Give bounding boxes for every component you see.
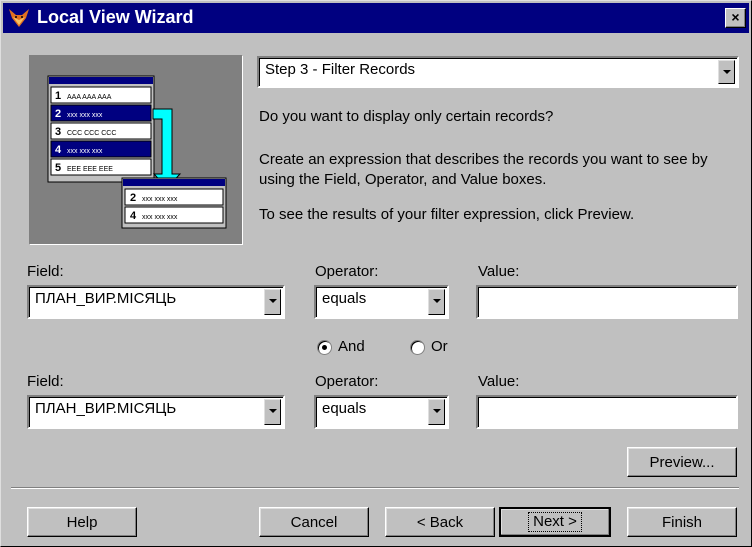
pic-row-num: 5 [55,162,61,174]
chevron-down-icon[interactable] [264,399,281,425]
pic-row-num: 1 [55,90,61,102]
field-select-2[interactable]: ПЛАН_ВИР.МІСЯЦЬ [27,395,285,429]
help-button[interactable]: Help [27,507,137,537]
step-select-value: Step 3 - Filter Records [265,61,416,78]
operator-label-1: Operator: [315,263,379,280]
question-text: Do you want to display only certain reco… [259,108,554,125]
field-select-2-value: ПЛАН_ВИР.МІСЯЦЬ [35,400,177,417]
value-input-1[interactable] [476,285,738,319]
source-rows: 1 AAA AAA AAA 2 xxx xxx xxx 3 CCC CCC CC… [50,86,152,176]
operator-select-2-value: equals [322,400,367,417]
description-text: Create an expression that describes the … [259,151,708,188]
operator-label-2: Operator: [315,373,379,390]
pic-row-text: xxx xxx xxx [142,196,178,203]
window-title: Local View Wizard [37,7,194,27]
value-label-1: Value: [478,263,520,280]
pic-row-text: xxx xxx xxx [67,112,103,119]
preview-button[interactable]: Preview... [627,447,737,477]
wizard-illustration: 1 AAA AAA AAA 2 xxx xxx xxx 3 CCC CCC CC… [29,55,243,245]
pic-row-text: EEE EEE EEE [67,166,113,173]
pic-row-num: 2 [55,108,61,120]
pic-row-text: xxx xxx xxx [67,148,103,155]
and-radio[interactable] [317,340,332,355]
separator [11,487,739,489]
operator-select-2[interactable]: equals [314,395,449,429]
chevron-down-icon[interactable] [264,289,281,315]
step-select[interactable]: Step 3 - Filter Records [257,56,739,88]
fox-icon [9,9,29,27]
field-select-1[interactable]: ПЛАН_ВИР.МІСЯЦЬ [27,285,285,319]
hint-text: To see the results of your filter expres… [259,206,635,223]
arrow-icon [152,108,182,189]
chevron-down-icon[interactable] [718,60,735,84]
pic-row-text: CCC CCC CCC [67,130,116,137]
and-label[interactable]: And [338,338,365,355]
pic-row-text: xxx xxx xxx [142,214,178,221]
close-button[interactable]: × [725,8,746,28]
title-bar[interactable]: Local View Wizard × [3,3,749,33]
field-select-1-value: ПЛАН_ВИР.МІСЯЦЬ [35,290,177,307]
pic-row-num: 2 [130,192,136,204]
cancel-button[interactable]: Cancel [259,507,369,537]
pic-row-num: 3 [55,126,61,138]
field-label-1: Field: [27,263,64,280]
filter-illustration-graphic: 1 AAA AAA AAA 2 xxx xxx xxx 3 CCC CCC CC… [47,75,227,229]
or-label[interactable]: Or [431,338,448,355]
wizard-window: Local View Wizard × 1 AAA AAA AAA 2 xxx … [0,0,752,547]
pic-row-num: 4 [55,144,62,156]
operator-select-1[interactable]: equals [314,285,449,319]
pic-row-num: 4 [130,210,137,222]
finish-button[interactable]: Finish [627,507,737,537]
pic-row-text: AAA AAA AAA [67,94,112,101]
operator-select-1-value: equals [322,290,367,307]
close-icon: × [731,9,740,25]
value-label-2: Value: [478,373,520,390]
next-button[interactable]: Next > [499,507,611,537]
value-input-2[interactable] [476,395,738,429]
field-label-2: Field: [27,373,64,390]
back-button[interactable]: < Back [385,507,495,537]
chevron-down-icon[interactable] [428,289,445,315]
or-radio[interactable] [410,340,425,355]
chevron-down-icon[interactable] [428,399,445,425]
next-button-label: Next > [528,512,582,532]
